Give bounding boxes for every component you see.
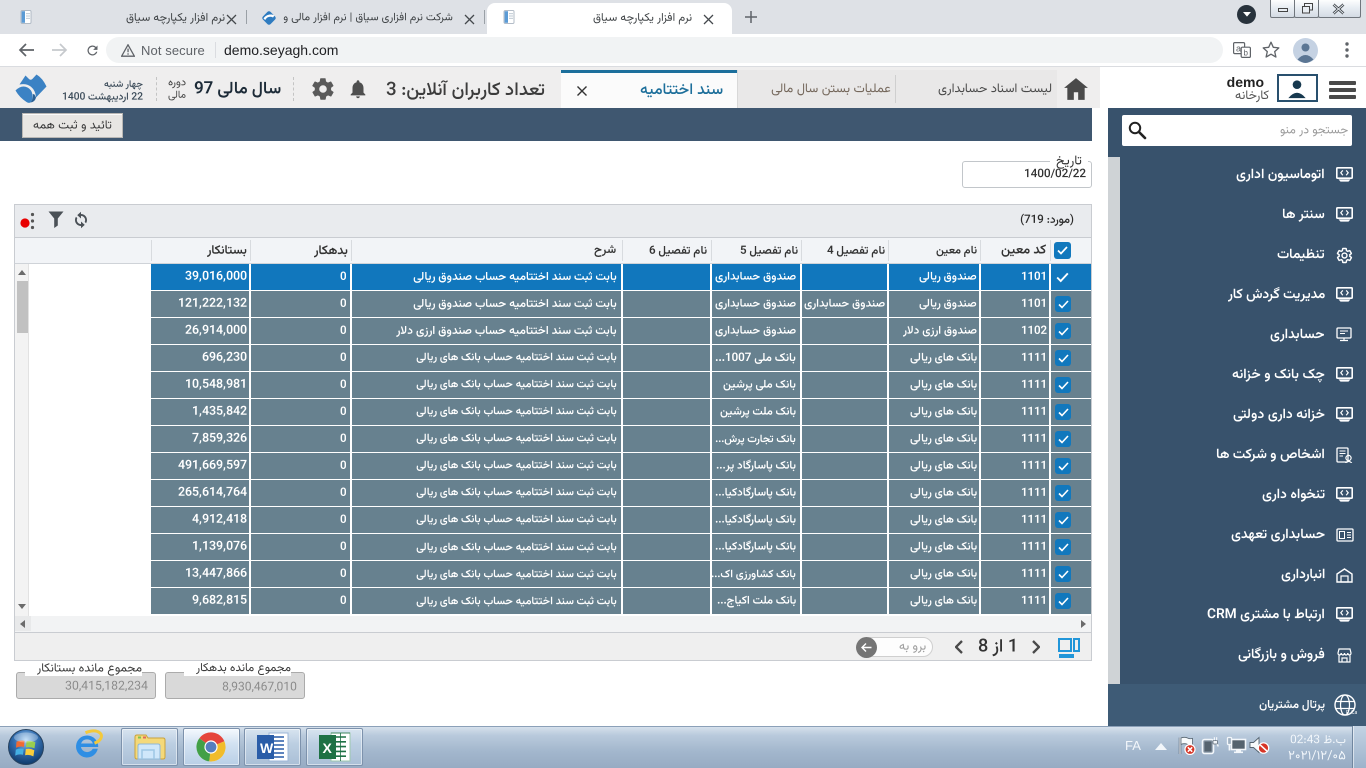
svg-text:b: b — [1244, 49, 1249, 58]
svg-text:a: a — [1236, 44, 1241, 54]
svg-text:X: X — [323, 740, 333, 756]
svg-text:W: W — [260, 740, 274, 756]
svg-text:E-Care: E-Care — [1346, 710, 1357, 716]
